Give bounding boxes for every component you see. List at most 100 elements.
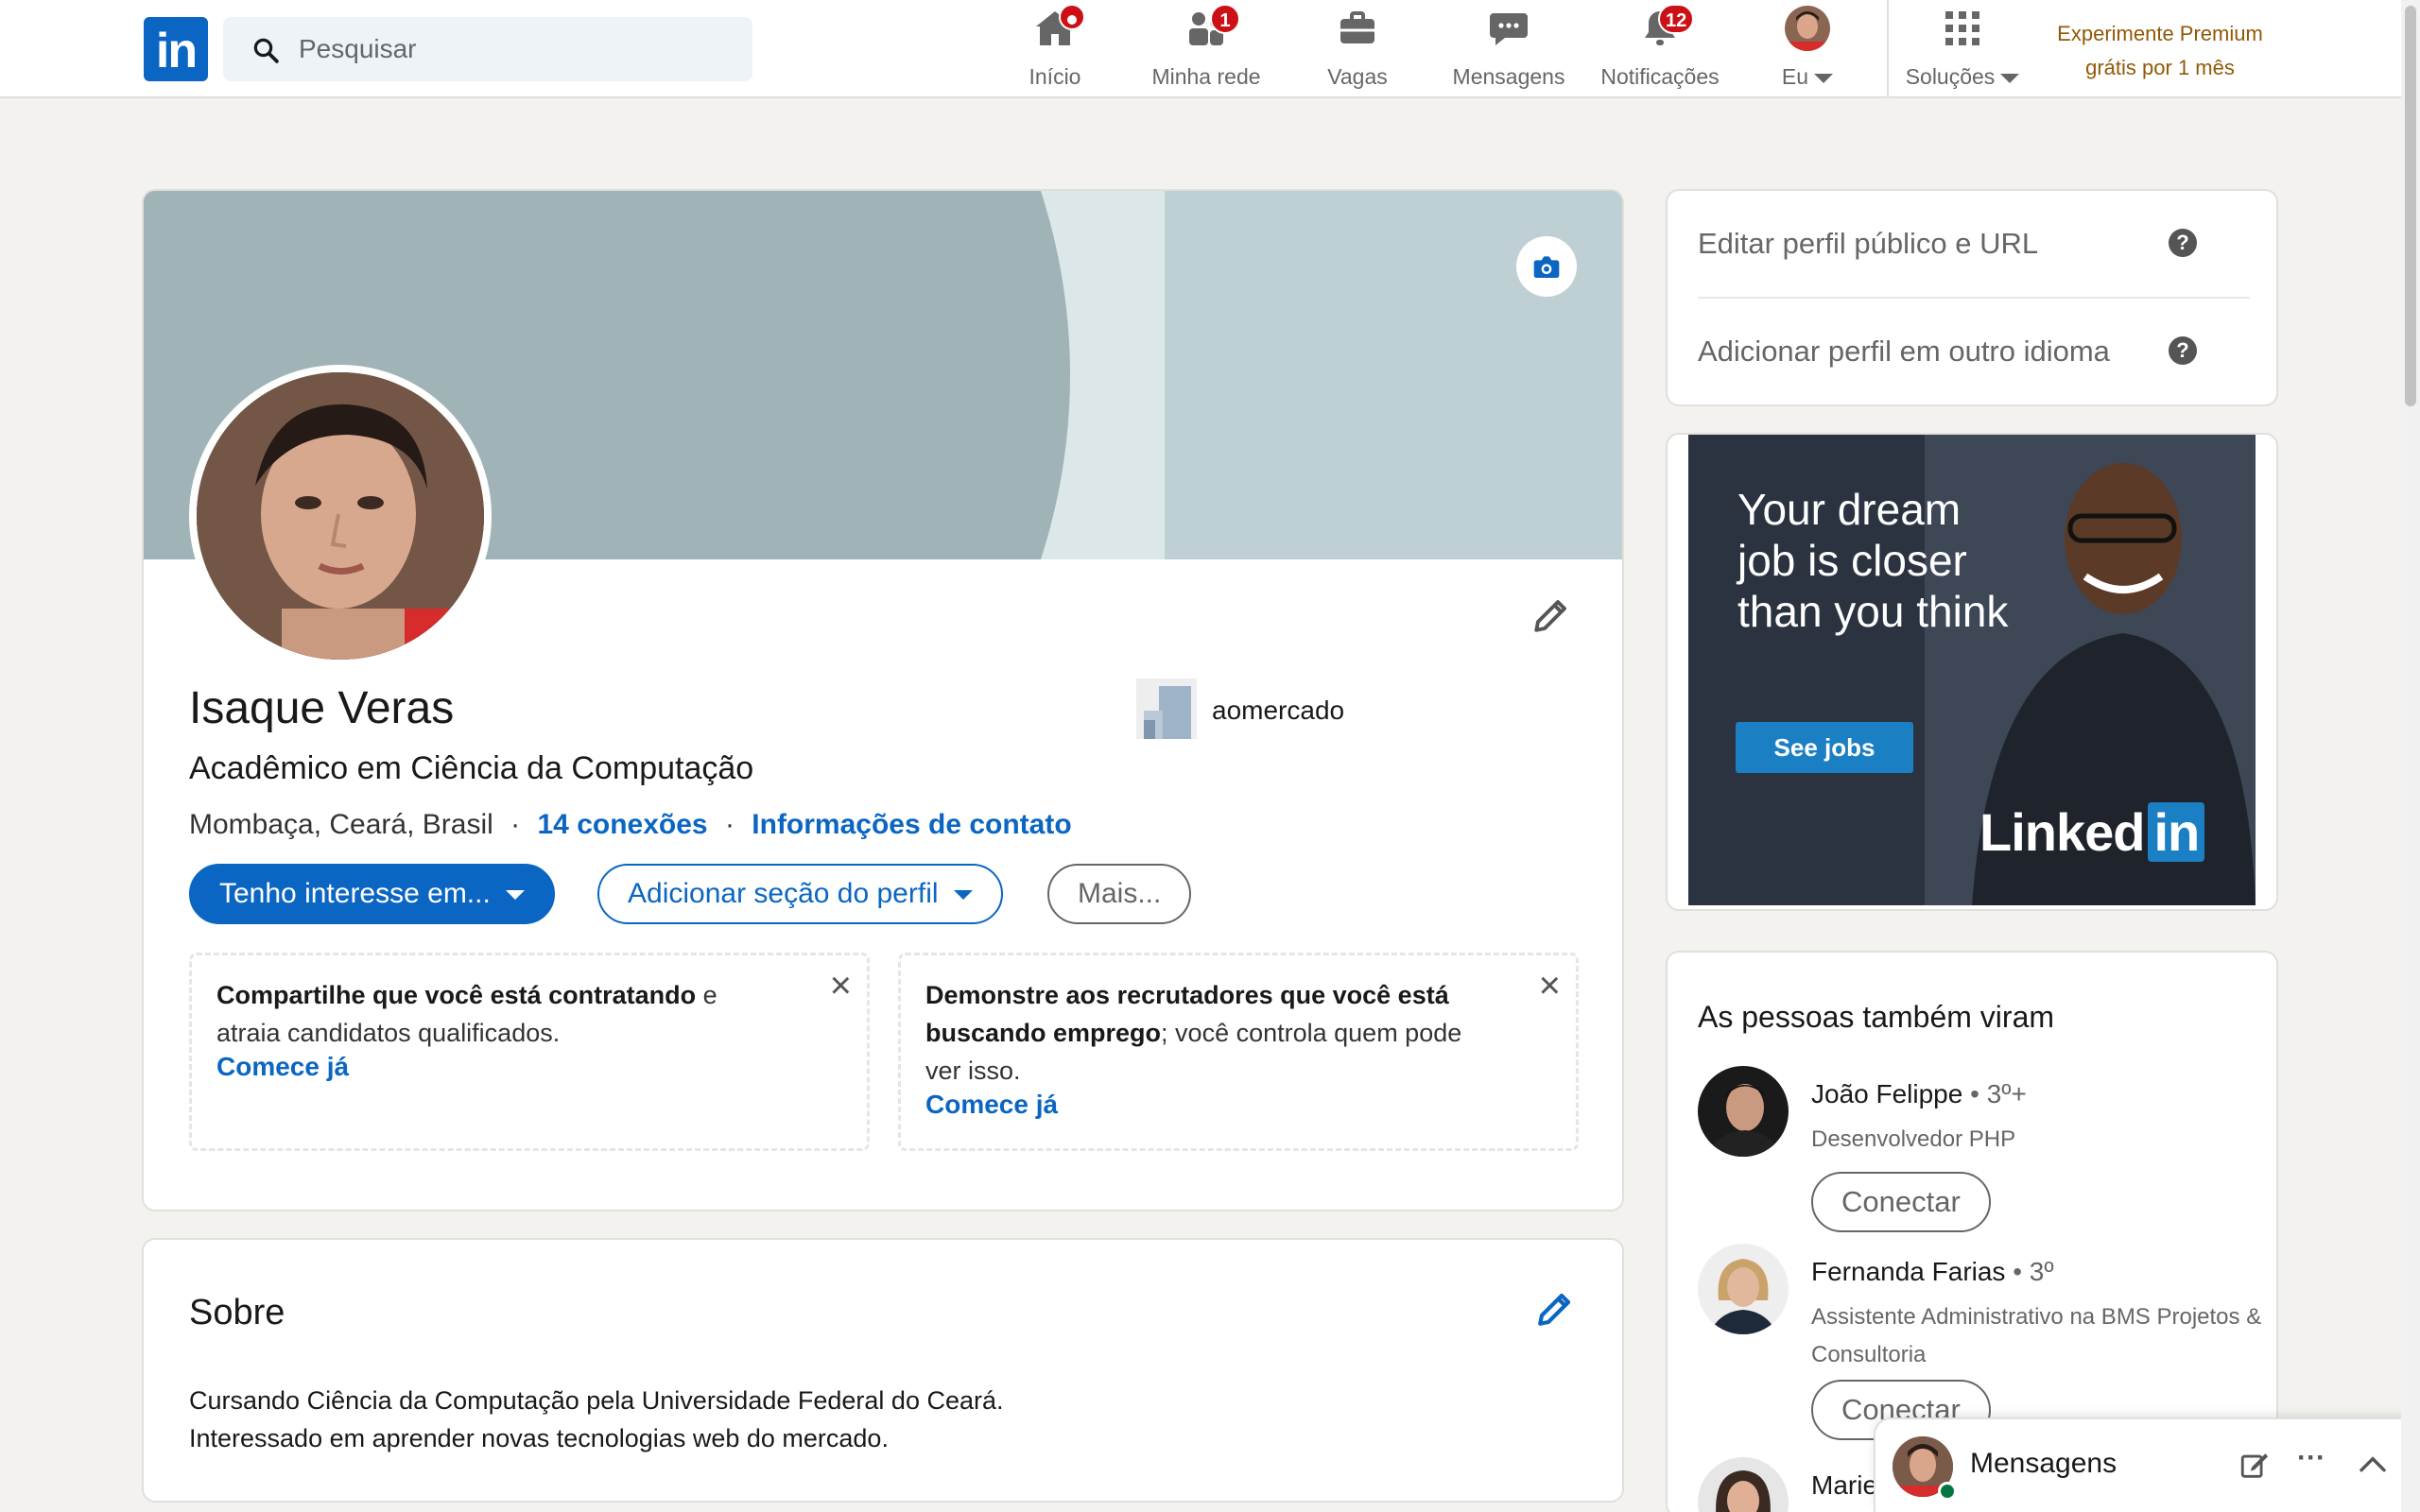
nav-my-network[interactable]: 1 Minha rede bbox=[1148, 4, 1265, 96]
add-profile-section-button[interactable]: Adicionar seção do perfil bbox=[597, 864, 1003, 924]
person-name[interactable]: Marie bbox=[1811, 1470, 1877, 1501]
profile-location-line: Mombaça, Ceará, Brasil · 14 conexões · I… bbox=[189, 809, 1072, 841]
search-input[interactable] bbox=[299, 17, 734, 81]
bell-icon: 12 bbox=[1637, 4, 1695, 51]
company-logo-icon bbox=[1136, 679, 1197, 739]
about-text: Cursando Ciência da Computação pela Univ… bbox=[189, 1382, 1323, 1457]
messaging-bar[interactable]: Mensagens ··· bbox=[1876, 1419, 2420, 1512]
person-avatar[interactable] bbox=[1698, 1244, 1789, 1334]
connection-degree: • 3º bbox=[2005, 1257, 2054, 1286]
profile-headline: Acadêmico em Ciência da Computação bbox=[189, 750, 754, 786]
messaging-label: Mensagens bbox=[1970, 1448, 2118, 1479]
nav-solutions-label: Soluções bbox=[1902, 64, 2023, 90]
nav-jobs[interactable]: Vagas bbox=[1320, 6, 1395, 96]
people-also-viewed-title: As pessoas também viram bbox=[1698, 1000, 2055, 1034]
help-icon[interactable]: ? bbox=[2169, 336, 2197, 365]
profile-photo[interactable] bbox=[189, 365, 492, 667]
add-language-profile-link[interactable]: Adicionar perfil em outro idioma bbox=[1698, 335, 2110, 369]
chevron-down-icon bbox=[2000, 73, 2020, 83]
ad-brand-text: Linked bbox=[1979, 802, 2145, 862]
nav-messages-label: Mensagens bbox=[1452, 64, 1565, 89]
nav-home[interactable]: Início bbox=[1017, 4, 1093, 96]
top-navigation-bar: in Início 1 Minha rede Vagas Mensagens bbox=[0, 0, 2420, 98]
hiring-get-started-link[interactable]: Comece já bbox=[216, 1052, 349, 1082]
chevron-down-icon bbox=[1814, 73, 1834, 83]
hiring-promo-text: Compartilhe que você está contratando e … bbox=[216, 976, 784, 1052]
about-line-2: Interessado em aprender novas tecnologia… bbox=[189, 1424, 889, 1452]
notifications-badge: 12 bbox=[1658, 4, 1695, 34]
grid-apps-icon bbox=[1940, 6, 1985, 51]
profile-location: Mombaça, Ceará, Brasil bbox=[189, 809, 493, 840]
divider bbox=[1698, 297, 2250, 299]
contact-info-link[interactable]: Informações de contato bbox=[752, 809, 1071, 840]
scrollbar-thumb[interactable] bbox=[2405, 6, 2416, 406]
profile-name: Isaque Veras bbox=[189, 683, 455, 733]
profile-settings-card: Editar perfil público e URL ? Adicionar … bbox=[1666, 189, 2278, 406]
about-title: Sobre bbox=[189, 1293, 285, 1332]
more-options-icon[interactable]: ··· bbox=[2297, 1442, 2325, 1474]
person-title: Desenvolvedor PHP bbox=[1811, 1126, 2016, 1152]
online-status-dot bbox=[1938, 1482, 1957, 1501]
ad-headline: Your dream job is closer than you think bbox=[1737, 485, 2009, 636]
about-card: Sobre Cursando Ciência da Computação pel… bbox=[142, 1238, 1624, 1503]
message-icon bbox=[1486, 6, 1531, 51]
nav-me[interactable]: Eu bbox=[1770, 6, 1845, 96]
open-to-work-get-started-link[interactable]: Comece já bbox=[925, 1090, 1058, 1120]
page-scrollbar[interactable] bbox=[2401, 0, 2420, 1512]
edit-about-pencil-icon[interactable] bbox=[1535, 1289, 1575, 1329]
more-button[interactable]: Mais... bbox=[1047, 864, 1192, 924]
edit-public-profile-link[interactable]: Editar perfil público e URL bbox=[1698, 227, 2038, 261]
ad-brand-box: in bbox=[2148, 802, 2205, 862]
network-badge: 1 bbox=[1210, 4, 1240, 34]
person-avatar[interactable] bbox=[1698, 1066, 1789, 1157]
edit-cover-button[interactable] bbox=[1516, 236, 1577, 297]
person-name-text: Fernanda Farias bbox=[1811, 1257, 2006, 1286]
open-to-label: Tenho interesse em... bbox=[219, 878, 491, 909]
company-name: aomercado bbox=[1212, 696, 1345, 725]
close-icon[interactable]: × bbox=[1539, 967, 1561, 1005]
connection-degree: • 3º+ bbox=[1962, 1079, 2027, 1108]
nav-me-label: Eu bbox=[1770, 64, 1845, 90]
chevron-up-icon[interactable] bbox=[2358, 1453, 2388, 1474]
search-icon bbox=[253, 38, 279, 63]
premium-line-1: Experimente Premium bbox=[2057, 22, 2263, 45]
add-section-label: Adicionar seção do perfil bbox=[628, 878, 939, 909]
home-icon bbox=[1032, 4, 1085, 51]
premium-line-2: grátis por 1 mês bbox=[2085, 56, 2235, 79]
edit-intro-pencil-icon[interactable] bbox=[1531, 595, 1571, 635]
search-box[interactable] bbox=[223, 17, 752, 81]
briefcase-icon bbox=[1335, 6, 1380, 51]
chevron-down-icon bbox=[953, 890, 973, 901]
connections-link[interactable]: 14 conexões bbox=[537, 809, 707, 840]
promo-bold-text: Compartilhe que você está contratando bbox=[216, 981, 697, 1009]
compose-message-icon[interactable] bbox=[2238, 1450, 2271, 1482]
ad-linkedin-logo: Linked in bbox=[1979, 801, 2205, 863]
nav-messaging[interactable]: Mensagens bbox=[1450, 6, 1567, 96]
nav-solutions-text: Soluções bbox=[1905, 64, 1996, 89]
help-icon[interactable]: ? bbox=[2169, 229, 2197, 257]
person-name-text: João Felippe bbox=[1811, 1079, 1963, 1108]
chevron-down-icon bbox=[505, 890, 525, 901]
nav-notifications[interactable]: 12 Notificações bbox=[1598, 4, 1722, 96]
person-name[interactable]: Fernanda Farias • 3º bbox=[1811, 1257, 2054, 1287]
see-jobs-button[interactable]: See jobs bbox=[1736, 722, 1913, 773]
person-name[interactable]: João Felippe • 3º+ bbox=[1811, 1079, 2027, 1109]
separator-dot: · bbox=[724, 809, 735, 840]
separator-dot: · bbox=[510, 809, 521, 840]
person-name-text: Marie bbox=[1811, 1470, 1878, 1500]
nav-network-label: Minha rede bbox=[1151, 64, 1261, 89]
linkedin-logo[interactable]: in bbox=[144, 17, 208, 81]
person-avatar[interactable] bbox=[1698, 1457, 1789, 1512]
close-icon[interactable]: × bbox=[830, 967, 852, 1005]
premium-trial-link[interactable]: Experimente Premium grátis por 1 mês bbox=[2032, 17, 2288, 85]
nav-divider bbox=[1887, 0, 1889, 98]
network-icon: 1 bbox=[1184, 4, 1240, 51]
jobs-advertisement[interactable]: Your dream job is closer than you think … bbox=[1688, 435, 2256, 905]
nav-home-label: Início bbox=[1028, 64, 1081, 89]
connect-button[interactable]: Conectar bbox=[1811, 1172, 1991, 1232]
nav-solutions[interactable]: Soluções bbox=[1902, 6, 2023, 96]
camera-icon bbox=[1533, 256, 1560, 278]
nav-me-text: Eu bbox=[1781, 64, 1809, 89]
profile-card: Isaque Veras Acadêmico em Ciência da Com… bbox=[142, 189, 1624, 1211]
open-to-button[interactable]: Tenho interesse em... bbox=[189, 864, 555, 924]
